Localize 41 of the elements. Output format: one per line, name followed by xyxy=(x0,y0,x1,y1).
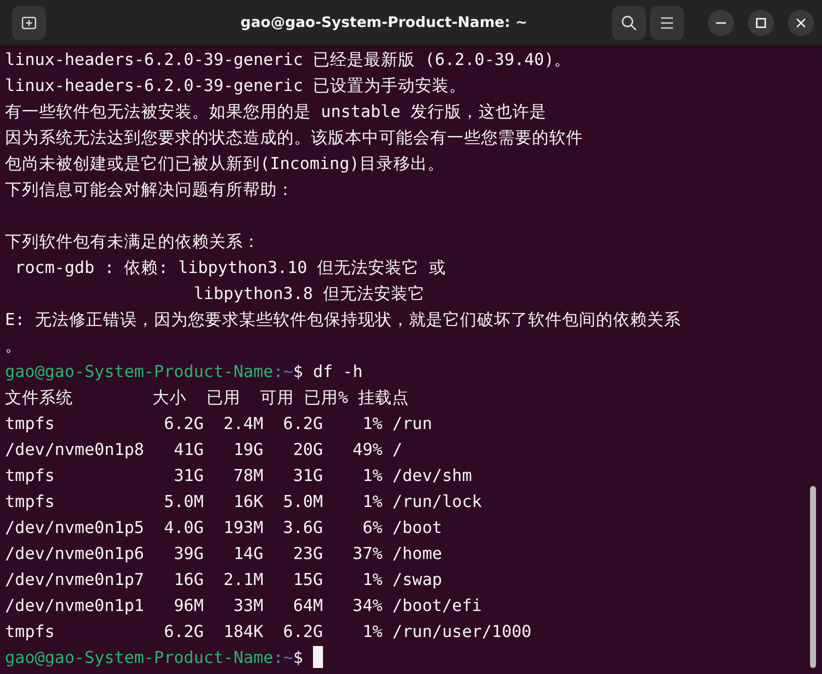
scrollbar[interactable] xyxy=(810,486,816,668)
prompt-path: ~ xyxy=(283,362,294,381)
output-line: 下列信息可能会对解决问题有所帮助： xyxy=(5,179,294,201)
menu-button[interactable] xyxy=(650,6,684,40)
output-line: libpython3.8 但无法安装它 xyxy=(192,283,425,305)
command-text: $ xyxy=(293,648,304,667)
prompt-host: gao@gao-System-Product-Name: xyxy=(5,648,284,667)
output-line: 文件系统 大小 已用 可用 已用% 挂载点 xyxy=(5,387,410,409)
output-line: E: 无法修正错误，因为您要求某些软件包保持现状，就是它们破坏了软件包间的依赖关系 xyxy=(5,309,681,331)
output-line: tmpfs 5.0M 16K 5.0M 1% /run/lock xyxy=(5,491,482,513)
command-text: $ df -h xyxy=(293,362,363,381)
search-icon xyxy=(621,14,637,30)
close-icon xyxy=(796,18,806,28)
output-line: linux-headers-6.2.0-39-generic 已设置为手动安装。 xyxy=(5,75,466,97)
close-button[interactable] xyxy=(788,10,814,36)
output-line: linux-headers-6.2.0-39-generic 已经是最新版 (6.2.0-39.40)。 xyxy=(5,49,572,71)
output-line: 。 xyxy=(5,335,22,357)
output-line: /dev/nvme0n1p8 41G 19G 20G 49% / xyxy=(5,439,402,461)
maximize-icon xyxy=(756,18,766,28)
output-line: tmpfs 31G 78M 31G 1% /dev/shm xyxy=(5,465,472,487)
minimize-button[interactable] xyxy=(708,10,734,36)
output-line: 因为系统无法达到您要求的状态造成的。该版本中可能会有一些您需要的软件 xyxy=(5,127,583,149)
output-line: /dev/nvme0n1p6 39G 14G 23G 37% /home xyxy=(5,543,442,565)
output-line: /dev/nvme0n1p1 96M 33M 64M 34% /boot/efi xyxy=(5,595,482,617)
output-line: tmpfs 6.2G 2.4M 6.2G 1% /run xyxy=(5,413,432,435)
minimize-icon xyxy=(716,22,726,24)
new-tab-icon xyxy=(21,14,37,30)
window-title: gao@gao-System-Product-Name: ~ xyxy=(239,14,529,30)
prompt-host: gao@gao-System-Product-Name: xyxy=(5,362,284,381)
output-line: rocm-gdb : 依赖: libpython3.10 但无法安装它 或 xyxy=(14,257,446,279)
search-button[interactable] xyxy=(612,6,646,40)
output-line: 包尚未被创建或是它们已被从新到(Incoming)目录移出。 xyxy=(5,153,444,175)
output-line: 有一些软件包无法被安装。如果您用的是 unstable 发行版，这也许是 xyxy=(5,101,546,123)
new-tab-button[interactable] xyxy=(12,6,46,40)
output-line: 下列软件包有未满足的依赖关系： xyxy=(5,231,260,253)
menu-icon xyxy=(660,16,674,28)
output-line: /dev/nvme0n1p5 4.0G 193M 3.6G 6% /boot xyxy=(5,517,442,539)
output-line: tmpfs 6.2G 184K 6.2G 1% /run/user/1000 xyxy=(5,621,532,643)
output-line: /dev/nvme0n1p7 16G 2.1M 15G 1% /swap xyxy=(5,569,442,591)
prompt-path: ~ xyxy=(283,648,294,667)
maximize-button[interactable] xyxy=(748,10,774,36)
